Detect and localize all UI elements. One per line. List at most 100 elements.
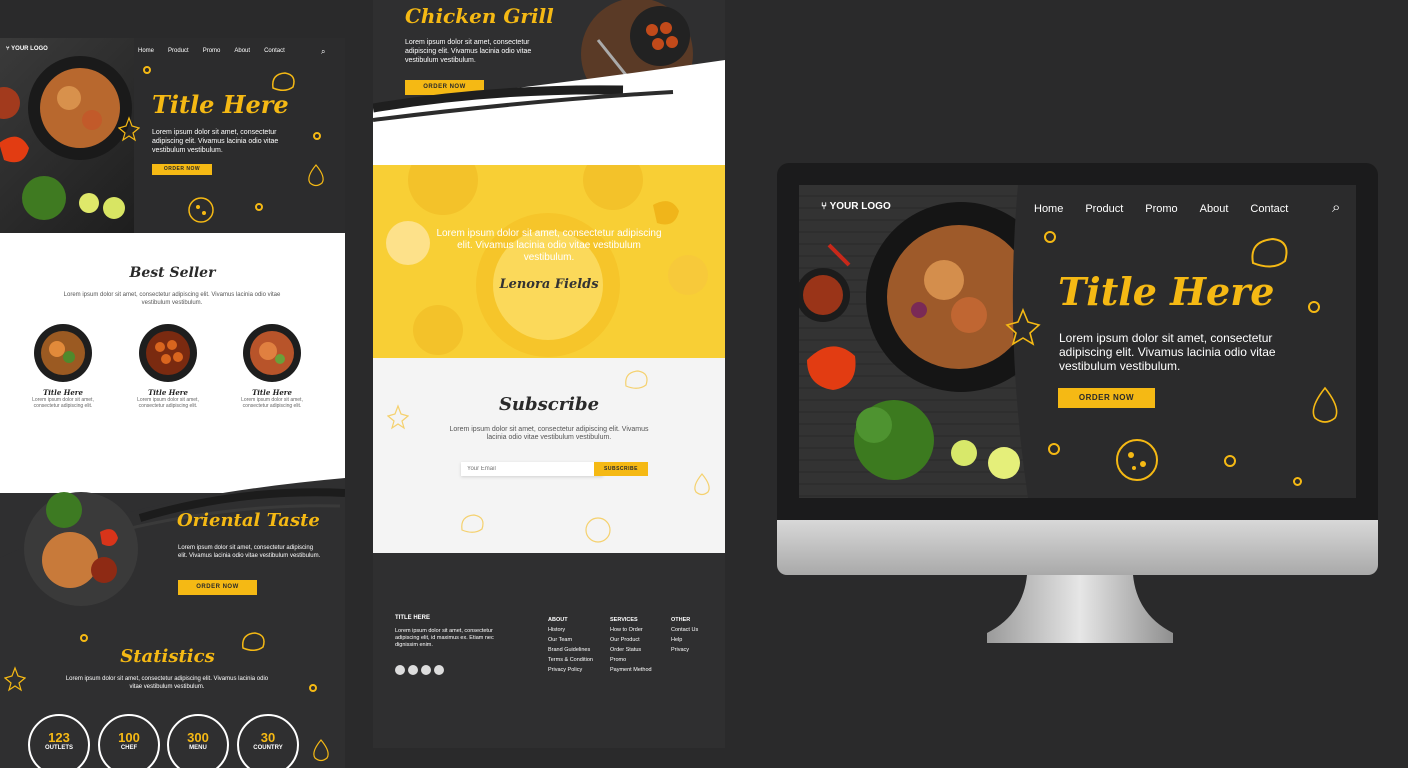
pizza-icon	[1116, 439, 1158, 481]
stat-value: 100	[118, 730, 140, 745]
nav-about[interactable]: About	[234, 48, 250, 54]
logo[interactable]: ⑂ YOUR LOGO	[821, 201, 891, 212]
oriental-title: Oriental Taste	[177, 510, 320, 531]
order-now-button[interactable]: ORDER NOW	[1058, 388, 1155, 408]
herb-icon	[387, 404, 409, 430]
nav-promo[interactable]: Promo	[1145, 203, 1177, 215]
footer-link[interactable]: History	[548, 625, 593, 635]
footer-link[interactable]: Our Team	[548, 635, 593, 645]
oriental-text: Lorem ipsum dolor sit amet, consectetur …	[178, 545, 321, 559]
best-seller-item[interactable]: Title Here Lorem ipsum dolor sit amet, c…	[137, 323, 199, 409]
footer-text: Lorem ipsum dolor sit amet, consectetur …	[395, 628, 494, 648]
footer: TITLE HERE Lorem ipsum dolor sit amet, c…	[373, 553, 725, 748]
footer-heading: ABOUT	[548, 617, 568, 623]
nav-contact[interactable]: Contact	[264, 48, 285, 54]
monitor-nav: Home Product Promo About Contact	[1034, 203, 1288, 215]
middle-landing-page: Chicken Grill Lorem ipsum dolor sit amet…	[373, 0, 725, 748]
order-now-button[interactable]: ORDER NOW	[152, 164, 212, 175]
social-icons	[395, 665, 444, 675]
footer-heading: OTHER	[671, 617, 691, 623]
monitor-screen: ⑂ YOUR LOGO Home Product Promo About Con…	[799, 185, 1356, 498]
testimonial-name: Lenora Fields	[499, 277, 599, 292]
search-icon[interactable]: ⌕	[1332, 199, 1340, 216]
testimonial-text: Lorem ipsum dolor sit amet, consectetur …	[436, 228, 662, 263]
footer-link[interactable]: Payment Method	[610, 665, 652, 675]
left-nav: Home Product Promo About Contact	[138, 48, 285, 54]
onion-icon	[694, 473, 710, 496]
nav-product[interactable]: Product	[1085, 203, 1123, 215]
stat-circle: 123 OUTLETS	[28, 714, 90, 768]
footer-link[interactable]: Terms & Condition	[548, 655, 593, 665]
stat-label: MENU	[189, 745, 207, 751]
nav-promo[interactable]: Promo	[203, 48, 221, 54]
nav-contact[interactable]: Contact	[1250, 203, 1288, 215]
onion-icon	[1312, 386, 1338, 423]
food-photo	[799, 185, 1039, 498]
best-seller-title: Best Seller	[129, 265, 216, 281]
herb-icon	[4, 666, 26, 692]
statistics-text: Lorem ipsum dolor sit amet, consectetur …	[65, 676, 269, 690]
subscribe-text: Lorem ipsum dolor sit amet, consectetur …	[449, 426, 649, 441]
dish-image	[243, 324, 301, 382]
subscribe-title: Subscribe	[498, 394, 600, 415]
logo[interactable]: ⑂ YOUR LOGO	[6, 46, 48, 52]
subscribe-section: Subscribe Lorem ipsum dolor sit amet, co…	[373, 358, 725, 553]
dish-title: Title Here	[252, 388, 292, 397]
noodle-bowl-image	[0, 56, 132, 220]
testimonial-section: Lorem ipsum dolor sit amet, consectetur …	[373, 165, 725, 358]
stat-value: 300	[187, 730, 209, 745]
youtube-icon[interactable]	[434, 665, 444, 675]
oriental-dish-image	[24, 492, 138, 606]
stat-value: 123	[48, 730, 70, 745]
dish-image	[139, 324, 197, 382]
email-input[interactable]	[461, 462, 603, 476]
onion-icon	[313, 739, 329, 762]
best-seller-item[interactable]: Title Here Lorem ipsum dolor sit amet, c…	[241, 323, 303, 409]
instagram-icon[interactable]	[395, 665, 405, 675]
nav-home[interactable]: Home	[1034, 203, 1063, 215]
stat-label: OUTLETS	[45, 745, 73, 751]
best-seller-item[interactable]: Title Here Lorem ipsum dolor sit amet, c…	[32, 323, 94, 409]
nav-product[interactable]: Product	[168, 48, 189, 54]
footer-link[interactable]: How to Order	[610, 625, 652, 635]
footer-link[interactable]: Privacy Policy	[548, 665, 593, 675]
footer-link[interactable]: Help	[671, 635, 698, 645]
statistics-title: Statistics	[120, 646, 215, 667]
footer-heading: SERVICES	[610, 617, 638, 623]
chicken-leg-icon	[461, 514, 484, 533]
search-icon[interactable]: ⌕	[321, 47, 325, 57]
hero-text: Lorem ipsum dolor sit amet, consectetur …	[1059, 331, 1276, 373]
chicken-grill-title: Chicken Grill	[405, 4, 554, 28]
footer-link[interactable]: Brand Guidelines	[548, 645, 593, 655]
footer-column-other: OTHER Contact Us Help Privacy	[671, 615, 698, 655]
nav-about[interactable]: About	[1200, 203, 1229, 215]
dish-title: Title Here	[43, 388, 83, 397]
facebook-icon[interactable]	[408, 665, 418, 675]
herb-icon	[118, 116, 140, 142]
nav-home[interactable]: Home	[138, 48, 154, 54]
footer-link[interactable]: Our Product	[610, 635, 652, 645]
footer-link[interactable]: Order Status	[610, 645, 652, 655]
footer-column-about: ABOUT History Our Team Brand Guidelines …	[548, 615, 593, 675]
dish-title: Title Here	[148, 388, 188, 397]
footer-column-services: SERVICES How to Order Our Product Order …	[610, 615, 652, 675]
footer-link[interactable]: Contact Us	[671, 625, 698, 635]
fork-knife-icon: ⑂	[821, 201, 827, 212]
stat-circle: 300 MENU	[167, 714, 229, 768]
footer-link[interactable]: Privacy	[671, 645, 698, 655]
stat-label: COUNTRY	[253, 745, 283, 751]
left-landing-page: ⑂ YOUR LOGO Home Product Promo About Con…	[0, 38, 345, 768]
subscribe-button[interactable]: SUBSCRIBE	[594, 462, 648, 476]
stat-circle: 30 COUNTRY	[237, 714, 299, 768]
dish-text: Lorem ipsum dolor sit amet, consectetur …	[241, 397, 303, 409]
twitter-icon[interactable]	[421, 665, 431, 675]
dish-image	[34, 324, 92, 382]
order-now-button[interactable]: ORDER NOW	[178, 580, 257, 595]
hero-text: Lorem ipsum dolor sit amet, consectetur …	[152, 129, 279, 154]
chicken-leg-icon	[272, 72, 295, 91]
pizza-icon	[585, 517, 611, 543]
monitor-stand	[987, 575, 1173, 643]
footer-link[interactable]: Promo	[610, 655, 652, 665]
best-seller-text: Lorem ipsum dolor sit amet, consectetur …	[63, 292, 281, 306]
hero-title: Title Here	[1058, 269, 1275, 314]
